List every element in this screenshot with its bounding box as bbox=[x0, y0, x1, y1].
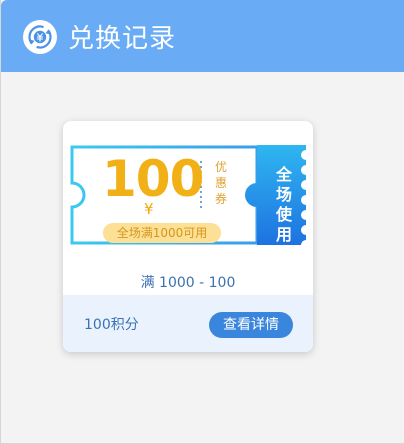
coupon-amount: 100 bbox=[102, 150, 204, 208]
view-details-button[interactable]: 查看详情 bbox=[209, 312, 293, 338]
page-header: 兑换记录 bbox=[1, 0, 404, 72]
coupon-type-label: 优惠券 bbox=[214, 160, 227, 206]
page-title: 兑换记录 bbox=[68, 24, 177, 54]
points-cost: 100积分 bbox=[84, 317, 139, 333]
usage-scope-label: 全场使用 bbox=[275, 165, 292, 244]
coupon-rule-text: 满 1000 - 100 bbox=[140, 275, 236, 291]
page-frame: 兑换记录 ¥ 100 优惠券 全场满1000可用 全场使用 满 1000 - 1… bbox=[0, 0, 404, 444]
card-footer: 100积分 查看详情 bbox=[63, 295, 313, 352]
exchange-icon bbox=[23, 20, 57, 54]
coupon-record-card[interactable]: ¥ 100 优惠券 全场满1000可用 全场使用 满 1000 - 100 10… bbox=[63, 121, 313, 352]
condition-tag: 全场满1000可用 bbox=[103, 223, 221, 243]
